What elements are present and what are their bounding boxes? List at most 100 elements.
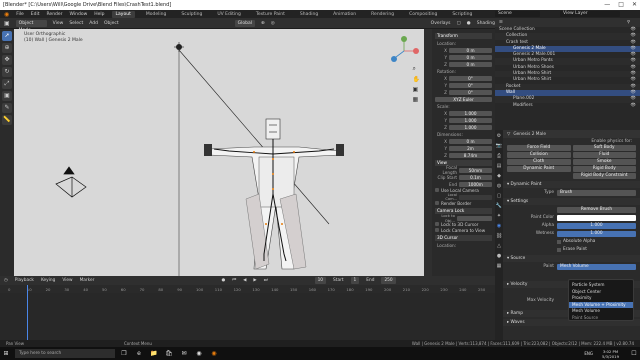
- transform-header[interactable]: Transform: [435, 33, 492, 39]
- workspace-tab-texture-paint[interactable]: Texture Paint: [252, 11, 289, 18]
- physics-button[interactable]: Soft Body: [572, 145, 636, 151]
- menu-view-timeline[interactable]: View: [62, 278, 72, 283]
- menu-keying[interactable]: Keying: [41, 278, 55, 283]
- shading-dropdown[interactable]: Shading: [477, 21, 495, 26]
- rotation-x-field[interactable]: 0°: [449, 75, 492, 81]
- task-view-icon[interactable]: ❐: [118, 349, 130, 358]
- mail-icon[interactable]: ✉: [178, 349, 190, 358]
- menu-marker[interactable]: Marker: [80, 278, 95, 283]
- workspace-tab-sculpting[interactable]: Sculpting: [177, 11, 206, 18]
- sidebar-tabs[interactable]: [424, 29, 432, 276]
- workspace-tab-layout[interactable]: Layout: [111, 10, 135, 18]
- dimensions-x-field[interactable]: 0 m: [449, 138, 492, 144]
- taskbar-search-input[interactable]: Type here to search: [15, 349, 115, 358]
- menu-view[interactable]: View: [53, 21, 64, 26]
- dimensions-y-field[interactable]: 2m: [449, 145, 492, 151]
- chrome-icon[interactable]: ◉: [193, 349, 205, 358]
- notifications-icon[interactable]: ☐: [628, 349, 640, 358]
- filter-icon[interactable]: ⚲: [627, 20, 630, 25]
- minimize-button[interactable]: —: [604, 1, 610, 8]
- menu-add[interactable]: Add: [89, 21, 98, 26]
- 3d-viewport[interactable]: User Orthographic (10) Wall | Genesis 2 …: [14, 29, 424, 276]
- visibility-eye-icon[interactable]: 👁: [631, 103, 636, 109]
- start-frame-field[interactable]: 1: [350, 277, 360, 284]
- snap-icon[interactable]: ⊕: [261, 21, 265, 26]
- play-reverse-icon[interactable]: ◀: [243, 278, 246, 283]
- render-icon[interactable]: 📷: [496, 143, 502, 149]
- shading-solid-icon[interactable]: ●: [467, 21, 471, 26]
- local-camera-field[interactable]: [459, 194, 492, 200]
- location-z-field[interactable]: 0 m: [449, 61, 492, 67]
- focal-length-field[interactable]: 50mm: [459, 167, 492, 173]
- menu-select[interactable]: Select: [69, 21, 83, 26]
- physics-icon[interactable]: ◉: [497, 223, 501, 229]
- file-explorer-icon[interactable]: 📁: [148, 349, 160, 358]
- menu-edit[interactable]: Edit: [31, 12, 40, 17]
- workspace-tab-uv-editing[interactable]: UV Editing: [213, 11, 244, 18]
- world-icon[interactable]: ◍: [497, 183, 501, 189]
- scale-x-field[interactable]: 1.000: [449, 110, 492, 116]
- paint-source-dropdown[interactable]: Particle System Object Center Proximity Mes…: [568, 279, 634, 321]
- tool-settings-icon[interactable]: ⚙: [497, 133, 501, 139]
- physics-button[interactable]: Force Field: [507, 145, 571, 151]
- workspace-tab-animation[interactable]: Animation: [329, 11, 360, 18]
- modifier-icon[interactable]: 🔧: [496, 203, 502, 209]
- lock-to-object-field[interactable]: [457, 215, 492, 221]
- mode-selector[interactable]: Object Mode: [15, 19, 47, 33]
- camera-view-icon[interactable]: ▣: [413, 86, 420, 93]
- settings-header[interactable]: ▾ Settings: [503, 198, 640, 205]
- xray-icon[interactable]: ▢: [457, 21, 461, 26]
- record-icon[interactable]: ●: [221, 278, 225, 283]
- wetness-slider[interactable]: 1.000: [557, 230, 636, 237]
- texture-icon[interactable]: ▦: [497, 263, 502, 269]
- source-header[interactable]: ▾ Source: [503, 255, 640, 262]
- clip-start-field[interactable]: 0.1m: [459, 174, 492, 180]
- timeline-area[interactable]: [0, 285, 495, 340]
- dynamic-paint-header[interactable]: ▾ Dynamic Paint: [503, 181, 640, 188]
- alpha-slider[interactable]: 1.000: [557, 222, 636, 229]
- store-icon[interactable]: 🛍: [163, 349, 175, 358]
- play-icon[interactable]: ▶: [253, 278, 256, 283]
- location-x-field[interactable]: 0 m: [449, 47, 492, 53]
- scene-selector[interactable]: Scene: [495, 11, 540, 17]
- workspace-tab-rendering[interactable]: Rendering: [367, 11, 398, 18]
- data-icon[interactable]: △: [497, 243, 501, 249]
- edge-browser-icon[interactable]: e: [133, 349, 145, 358]
- clip-end-field[interactable]: 1000m: [459, 181, 492, 187]
- workspace-tab-shading[interactable]: Shading: [296, 11, 322, 18]
- windows-start-icon[interactable]: ⊞: [0, 349, 12, 358]
- type-selector[interactable]: Brush: [557, 189, 636, 196]
- scale-y-field[interactable]: 1.000: [449, 117, 492, 123]
- menu-file[interactable]: File: [16, 12, 24, 17]
- grid-icon[interactable]: ▦: [413, 96, 420, 103]
- timeline-ruler[interactable]: 0 10 20 30 40 50 60 70 80 90 100 110 120 130 140 150 160…: [0, 285, 495, 293]
- scale-z-field[interactable]: 1.000: [449, 124, 492, 130]
- erase-paint-checkbox[interactable]: Erase Paint: [503, 246, 640, 253]
- cursor-icon[interactable]: ➚: [2, 31, 12, 41]
- editor-type-icon[interactable]: ▣: [4, 20, 10, 27]
- menu-playback[interactable]: Playback: [15, 278, 34, 283]
- absolute-alpha-checkbox[interactable]: Absolute Alpha: [503, 238, 640, 245]
- view-layer-selector[interactable]: View Layer: [560, 11, 620, 17]
- physics-button[interactable]: Cloth: [507, 159, 571, 165]
- measure-icon[interactable]: 📏: [2, 115, 12, 125]
- pan-hand-icon[interactable]: ✋: [413, 76, 420, 83]
- particles-icon[interactable]: ✦: [497, 213, 501, 219]
- physics-button[interactable]: Dynamic Paint: [507, 166, 571, 172]
- render-border-checkbox[interactable]: Render Border: [435, 200, 492, 206]
- timeline-editor-icon[interactable]: ◷: [4, 278, 8, 283]
- playhead[interactable]: [26, 285, 28, 340]
- dimensions-z-field[interactable]: 8.74m: [449, 152, 492, 158]
- physics-button[interactable]: Collision: [507, 152, 571, 158]
- end-frame-field[interactable]: 250: [381, 277, 396, 284]
- menu-help[interactable]: Help: [94, 12, 104, 17]
- move-icon[interactable]: ✥: [2, 55, 12, 65]
- lock-camera-to-view-checkbox[interactable]: Lock Camera to View: [435, 227, 492, 233]
- outliner-type-icon[interactable]: ☰: [499, 20, 503, 25]
- taskbar-clock[interactable]: 3:02 PM 5/3/2019: [602, 349, 619, 359]
- object-icon[interactable]: ▢: [497, 193, 502, 199]
- view-layer-icon[interactable]: ▤: [497, 163, 502, 169]
- current-frame-field[interactable]: 10: [314, 277, 327, 284]
- close-button[interactable]: ✕: [632, 1, 637, 8]
- constraints-icon[interactable]: ⛓: [496, 233, 502, 239]
